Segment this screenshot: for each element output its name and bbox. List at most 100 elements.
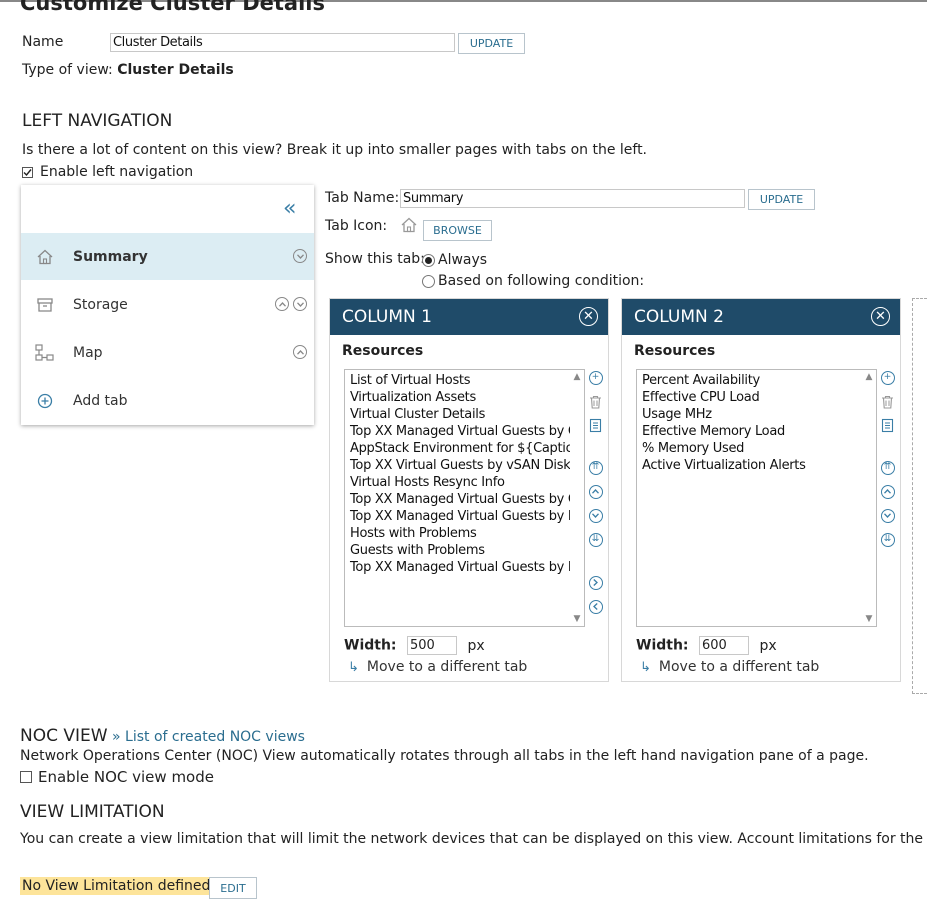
add-column-dropzone[interactable]	[912, 298, 927, 694]
column-2-header: COLUMN 2 ✕	[622, 299, 900, 335]
enable-noc-view[interactable]: Enable NOC view mode	[20, 768, 214, 786]
nav-tab-map[interactable]: Map	[21, 329, 314, 376]
scroll-down-icon[interactable]: ▼	[570, 612, 584, 626]
list-item[interactable]: List of Virtual Hosts	[350, 372, 584, 389]
list-item[interactable]: % Memory Used	[642, 440, 876, 457]
list-scrollbar[interactable]: ▲ ▼	[862, 370, 876, 626]
return-arrow-icon: ↳	[348, 659, 359, 675]
add-resource-icon[interactable]: +	[879, 369, 896, 386]
list-item[interactable]: Guests with Problems	[350, 542, 584, 559]
show-always-label: Always	[438, 252, 488, 268]
column-2: COLUMN 2 ✕ Resources Percent Availabilit…	[621, 298, 901, 682]
width-label: Width:	[344, 637, 397, 654]
name-label: Name	[22, 34, 64, 50]
list-item[interactable]: Usage MHz	[642, 406, 876, 423]
list-item[interactable]: Effective CPU Load	[642, 389, 876, 406]
close-column-icon[interactable]: ✕	[579, 307, 598, 326]
move-to-bottom-icon[interactable]: ⇊	[879, 531, 896, 548]
width-input[interactable]: 500	[406, 636, 457, 655]
show-always-option[interactable]: Always	[422, 252, 487, 268]
show-condition-label: Based on following condition:	[438, 273, 645, 289]
show-condition-radio[interactable]	[422, 274, 435, 288]
resources-list[interactable]: List of Virtual Hosts Virtualization Ass…	[344, 369, 585, 627]
list-item[interactable]: Top XX Managed Virtual Guests by F	[350, 508, 584, 525]
check-icon	[23, 168, 32, 176]
list-item[interactable]: Active Virtualization Alerts	[642, 457, 876, 474]
page-title: Customize Cluster Details	[20, 0, 325, 15]
list-item[interactable]: Virtual Cluster Details	[350, 406, 584, 423]
move-up-icon[interactable]	[293, 345, 307, 359]
move-up-icon[interactable]	[587, 483, 604, 500]
noc-view-heading: NOC VIEW	[20, 726, 108, 746]
scroll-up-icon[interactable]: ▲	[862, 370, 876, 384]
type-of-view: Type of view: Cluster Details	[22, 62, 234, 78]
width-unit: px	[467, 637, 485, 654]
trash-icon[interactable]	[587, 393, 604, 410]
trash-icon[interactable]	[879, 393, 896, 410]
list-item[interactable]: AppStack Environment for ${Captio	[350, 440, 584, 457]
tab-name-label: Tab Name:	[325, 190, 400, 206]
resources-label: Resources	[634, 343, 716, 359]
browse-icon-button[interactable]: BROWSE	[423, 220, 492, 241]
nav-tab-summary[interactable]: Summary	[21, 233, 314, 280]
move-up-icon[interactable]	[879, 483, 896, 500]
archive-icon	[35, 295, 55, 315]
move-down-icon[interactable]	[293, 249, 307, 263]
move-down-icon[interactable]	[879, 507, 896, 524]
nav-tab-storage[interactable]: Storage	[21, 281, 314, 328]
move-to-different-tab[interactable]: ↳ Move to a different tab	[348, 659, 527, 675]
width-input[interactable]: 600	[698, 636, 749, 655]
show-condition-option[interactable]: Based on following condition:	[422, 273, 644, 289]
list-item[interactable]: Top XX Virtual Guests by vSAN Disk	[350, 457, 584, 474]
move-to-different-tab-label: Move to a different tab	[366, 659, 528, 675]
list-scrollbar[interactable]: ▲ ▼	[570, 370, 584, 626]
type-of-view-label: Type of view:	[22, 62, 113, 78]
edit-limitation-button[interactable]: EDIT	[209, 877, 257, 899]
scroll-down-icon[interactable]: ▼	[862, 612, 876, 626]
list-item[interactable]: Percent Availability	[642, 372, 876, 389]
network-map-icon	[35, 343, 55, 363]
add-tab-label: Add tab	[73, 392, 128, 409]
add-resource-icon[interactable]: +	[587, 369, 604, 386]
noc-views-link[interactable]: » List of created NOC views	[112, 729, 305, 745]
enable-noc-checkbox[interactable]	[20, 771, 32, 783]
plus-circle-icon	[35, 391, 55, 411]
scroll-up-icon[interactable]: ▲	[570, 370, 584, 384]
list-item[interactable]: Effective Memory Load	[642, 423, 876, 440]
list-item[interactable]: Virtual Hosts Resync Info	[350, 474, 584, 491]
update-name-button[interactable]: UPDATE	[458, 33, 525, 54]
move-to-top-icon[interactable]: ⇈	[879, 459, 896, 476]
close-column-icon[interactable]: ✕	[871, 307, 890, 326]
list-item[interactable]: Top XX Managed Virtual Guests by C	[350, 491, 584, 508]
view-limitation-status: No View Limitation defined.	[20, 877, 217, 895]
resources-label: Resources	[342, 343, 424, 359]
move-down-icon[interactable]	[293, 297, 307, 311]
list-item[interactable]: Virtualization Assets	[350, 389, 584, 406]
view-name-input[interactable]: Cluster Details	[110, 33, 455, 52]
noc-view-header: NOC VIEW » List of created NOC views	[20, 726, 305, 746]
move-left-icon[interactable]	[587, 598, 604, 615]
resources-list[interactable]: Percent Availability Effective CPU Load …	[636, 369, 877, 627]
move-to-bottom-icon[interactable]: ⇊	[587, 531, 604, 548]
list-item[interactable]: Hosts with Problems	[350, 525, 584, 542]
copy-icon[interactable]	[879, 417, 896, 434]
move-up-icon[interactable]	[275, 297, 289, 311]
enable-left-navigation-checkbox[interactable]	[22, 166, 33, 178]
home-icon	[400, 216, 418, 238]
list-item[interactable]: Top XX Managed Virtual Guests by C	[350, 423, 584, 440]
collapse-nav-icon[interactable]: «	[283, 198, 296, 220]
left-navigation-description: Is there a lot of content on this view? …	[22, 142, 648, 158]
move-right-icon[interactable]	[587, 574, 604, 591]
add-tab[interactable]: Add tab	[21, 377, 314, 424]
move-to-top-icon[interactable]: ⇈	[587, 459, 604, 476]
column-1: COLUMN 1 ✕ Resources List of Virtual Hos…	[329, 298, 609, 682]
move-to-different-tab[interactable]: ↳ Move to a different tab	[640, 659, 819, 675]
move-down-icon[interactable]	[587, 507, 604, 524]
copy-icon[interactable]	[587, 417, 604, 434]
list-item[interactable]: Top XX Managed Virtual Guests by N	[350, 559, 584, 576]
update-tab-button[interactable]: UPDATE	[748, 189, 815, 210]
enable-left-navigation[interactable]: Enable left navigation	[22, 164, 193, 180]
show-always-radio[interactable]	[422, 253, 435, 267]
column-title: COLUMN 1	[342, 307, 432, 327]
tab-name-input[interactable]: Summary	[400, 189, 745, 208]
